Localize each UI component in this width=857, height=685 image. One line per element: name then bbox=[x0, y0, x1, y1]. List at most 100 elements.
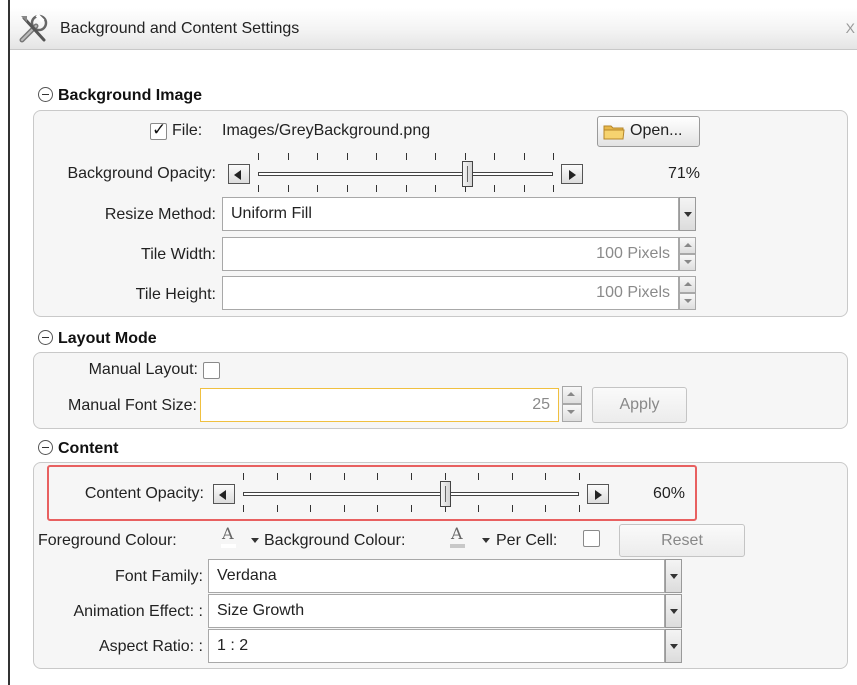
window-title: Background and Content Settings bbox=[60, 20, 300, 37]
content-opacity-slider[interactable] bbox=[213, 471, 609, 515]
aspect-ratio-label: Aspect Ratio: : bbox=[98, 638, 203, 655]
background-opacity-slider[interactable] bbox=[228, 151, 583, 195]
slider-tick bbox=[287, 185, 289, 192]
window-left-border bbox=[8, 0, 10, 685]
tile-height-stepper[interactable] bbox=[679, 276, 696, 310]
slider-tick bbox=[317, 185, 318, 192]
slider-tick bbox=[553, 185, 554, 192]
slider-tick bbox=[444, 473, 446, 480]
slider-tick bbox=[523, 153, 525, 160]
background-colour-dropdown-icon[interactable] bbox=[482, 538, 490, 543]
tile-width-up-button[interactable] bbox=[679, 237, 696, 254]
content-opacity-value: 60% bbox=[652, 485, 685, 502]
slider-tick bbox=[511, 505, 513, 512]
slider-thumb[interactable] bbox=[439, 481, 451, 507]
aspect-ratio-dropdown-button[interactable] bbox=[665, 629, 682, 663]
reset-button[interactable]: Reset bbox=[619, 524, 745, 557]
close-icon[interactable]: X bbox=[846, 20, 855, 36]
content-opacity-label: Content Opacity: bbox=[84, 485, 204, 502]
slider-tick bbox=[478, 473, 480, 480]
foreground-colour-swatch bbox=[221, 544, 236, 548]
slider-decrease-button[interactable] bbox=[213, 484, 235, 504]
slider-track[interactable] bbox=[258, 172, 553, 176]
background-image-heading[interactable]: Background Image bbox=[38, 87, 202, 105]
tile-height-up-button[interactable] bbox=[679, 276, 696, 293]
slider-tick bbox=[494, 153, 495, 160]
manual-font-size-input[interactable]: 25 bbox=[200, 388, 559, 422]
tile-height-input[interactable]: 100 Pixels bbox=[222, 276, 679, 310]
collapse-icon[interactable] bbox=[38, 87, 53, 102]
slider-tick bbox=[411, 505, 412, 512]
slider-tick bbox=[346, 185, 348, 192]
slider-tick bbox=[478, 505, 480, 512]
apply-button[interactable]: Apply bbox=[592, 387, 687, 423]
slider-tick bbox=[376, 185, 377, 192]
font-size-up-button[interactable] bbox=[562, 386, 582, 404]
foreground-colour-label: Foreground Colour: bbox=[38, 532, 177, 549]
foreground-colour-picker[interactable]: A bbox=[221, 524, 236, 548]
slider-tick bbox=[523, 185, 525, 192]
slider-thumb[interactable] bbox=[462, 161, 474, 187]
slider-tick bbox=[464, 153, 466, 160]
title-bar: Background and Content Settings X bbox=[10, 8, 857, 50]
background-opacity-value: 71% bbox=[667, 165, 700, 182]
tile-height-down-button[interactable] bbox=[679, 293, 696, 310]
resize-method-dropdown-button[interactable] bbox=[679, 197, 696, 231]
open-button[interactable]: Open... bbox=[597, 116, 700, 147]
animation-effect-label: Animation Effect: : bbox=[73, 603, 203, 620]
slider-tick bbox=[276, 505, 278, 512]
font-size-down-button[interactable] bbox=[562, 404, 582, 422]
tile-width-input[interactable]: 100 Pixels bbox=[222, 237, 679, 271]
font-family-select[interactable]: Verdana bbox=[208, 559, 665, 593]
slider-tick bbox=[405, 185, 407, 192]
slider-tick bbox=[343, 505, 345, 512]
font-family-dropdown-button[interactable] bbox=[665, 559, 682, 593]
font-family-label: Font Family: bbox=[114, 568, 203, 585]
slider-tick bbox=[411, 473, 412, 480]
slider-tick bbox=[276, 473, 278, 480]
collapse-icon[interactable] bbox=[38, 440, 53, 455]
tile-width-down-button[interactable] bbox=[679, 254, 696, 271]
open-button-label: Open... bbox=[630, 122, 683, 139]
slider-track[interactable] bbox=[243, 492, 579, 496]
slider-tick bbox=[579, 473, 580, 480]
tile-width-label: Tile Width: bbox=[141, 246, 216, 263]
background-colour-picker[interactable]: A bbox=[450, 524, 465, 548]
slider-tick bbox=[346, 153, 348, 160]
collapse-icon[interactable] bbox=[38, 330, 53, 345]
slider-tick bbox=[511, 473, 513, 480]
layout-mode-heading[interactable]: Layout Mode bbox=[38, 330, 157, 348]
slider-tick bbox=[287, 153, 289, 160]
tile-width-stepper[interactable] bbox=[679, 237, 696, 271]
content-heading[interactable]: Content bbox=[38, 440, 118, 458]
foreground-colour-dropdown-icon[interactable] bbox=[251, 538, 259, 543]
resize-method-select[interactable]: Uniform Fill bbox=[222, 197, 679, 231]
animation-effect-select[interactable]: Size Growth bbox=[208, 594, 665, 628]
per-cell-label: Per Cell: bbox=[496, 532, 558, 549]
slider-tick bbox=[258, 185, 259, 192]
slider-tick bbox=[343, 473, 345, 480]
slider-decrease-button[interactable] bbox=[228, 164, 250, 184]
slider-tick bbox=[310, 473, 312, 480]
slider-tick bbox=[258, 153, 259, 160]
text-colour-icon: A bbox=[451, 524, 463, 543]
slider-tick bbox=[405, 153, 407, 160]
background-colour-label: Background Colour: bbox=[264, 532, 406, 549]
text-colour-icon: A bbox=[222, 524, 234, 543]
slider-tick bbox=[579, 505, 580, 512]
per-cell-checkbox[interactable] bbox=[583, 530, 600, 547]
resize-method-label: Resize Method: bbox=[104, 206, 216, 223]
manual-layout-checkbox[interactable] bbox=[203, 362, 220, 379]
slider-tick bbox=[310, 505, 312, 512]
aspect-ratio-select[interactable]: 1 : 2 bbox=[208, 629, 665, 663]
manual-font-size-stepper[interactable] bbox=[562, 386, 582, 422]
file-checkbox[interactable] bbox=[150, 120, 167, 140]
folder-icon bbox=[603, 125, 625, 140]
slider-increase-button[interactable] bbox=[587, 484, 609, 504]
file-label: File: bbox=[172, 122, 203, 139]
slider-tick bbox=[317, 153, 318, 160]
manual-font-size-label: Manual Font Size: bbox=[68, 397, 197, 414]
slider-increase-button[interactable] bbox=[561, 164, 583, 184]
animation-effect-dropdown-button[interactable] bbox=[665, 594, 682, 628]
slider-tick bbox=[243, 473, 244, 480]
